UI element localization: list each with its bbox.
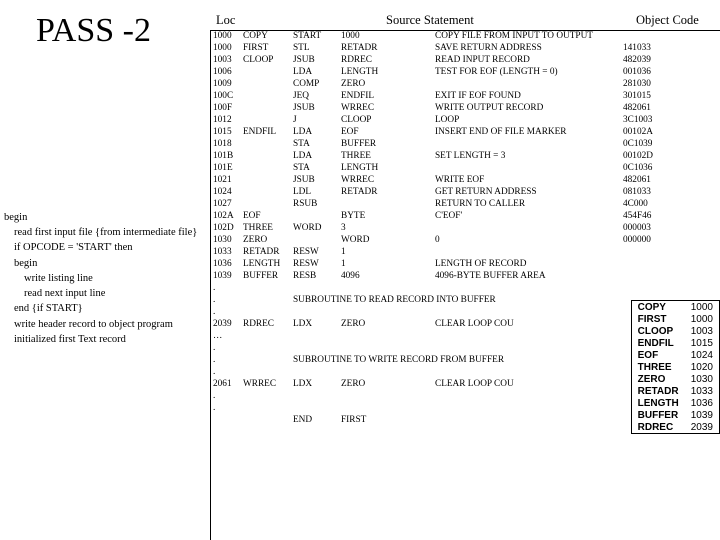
symbol-row: THREE1020 bbox=[632, 361, 719, 373]
listing-row: 102DTHREEWORD3000003 bbox=[211, 223, 669, 235]
listing-row: 1006LDALENGTHTEST FOR EOF (LENGTH = 0)00… bbox=[211, 67, 669, 79]
listing-row: 100FJSUBWRRECWRITE OUTPUT RECORD482061 bbox=[211, 103, 669, 115]
symbol-row: LENGTH1036 bbox=[632, 397, 719, 409]
listing-row: . bbox=[211, 403, 669, 415]
page-title: PASS -2 bbox=[36, 12, 151, 50]
header-loc: Loc bbox=[216, 13, 235, 28]
header-source: Source Statement bbox=[386, 13, 474, 28]
listing-row: 1036LENGTHRESW1LENGTH OF RECORD bbox=[211, 259, 669, 271]
pseudocode-line: write listing line bbox=[4, 271, 197, 286]
listing-row: 1039BUFFERRESB40964096-BYTE BUFFER AREA bbox=[211, 271, 669, 283]
symbol-row: ZERO1030 bbox=[632, 373, 719, 385]
symbol-row: RDREC2039 bbox=[632, 421, 719, 433]
symbol-row: EOF1024 bbox=[632, 349, 719, 361]
listing-row: .SUBROUTINE TO WRITE RECORD FROM BUFFER bbox=[211, 355, 669, 367]
listing-row: 2039RDRECLDXZEROCLEAR LOOP COU bbox=[211, 319, 669, 331]
listing-row: . bbox=[211, 283, 669, 295]
listing-row: 100CJEQENDFILEXIT IF EOF FOUND301015 bbox=[211, 91, 669, 103]
listing-row: 1030ZEROWORD0000000 bbox=[211, 235, 669, 247]
pseudocode-line: write header record to object program bbox=[4, 317, 197, 332]
listing-row: . bbox=[211, 307, 669, 319]
pseudocode-line: if OPCODE = 'START' then bbox=[4, 240, 197, 255]
listing-row: 1003CLOOPJSUBRDRECREAD INPUT RECORD48203… bbox=[211, 55, 669, 67]
pseudocode-line: read next input line bbox=[4, 286, 197, 301]
listing-row: 101ESTALENGTH0C1036 bbox=[211, 163, 669, 175]
listing-row: … bbox=[211, 331, 669, 343]
listing-row: 1009COMPZERO281030 bbox=[211, 79, 669, 91]
listing-row: 102AEOFBYTEC'EOF'454F46 bbox=[211, 211, 669, 223]
listing-row: 1015ENDFILLDAEOFINSERT END OF FILE MARKE… bbox=[211, 127, 669, 139]
listing-row: . bbox=[211, 367, 669, 379]
symbol-table: COPY1000FIRST1000CLOOP1003ENDFIL1015EOF1… bbox=[631, 300, 720, 434]
pseudocode-line: begin bbox=[4, 210, 197, 225]
comment-line: SUBROUTINE TO WRITE RECORD FROM BUFFER bbox=[291, 355, 669, 367]
symbol-row: CLOOP1003 bbox=[632, 325, 719, 337]
listing-row: 1033RETADRRESW1 bbox=[211, 247, 669, 259]
symbol-row: ENDFIL1015 bbox=[632, 337, 719, 349]
symbol-row: RETADR1033 bbox=[632, 385, 719, 397]
listing-row: 1012JCLOOPLOOP3C1003 bbox=[211, 115, 669, 127]
assembly-listing: 1000COPYSTART1000COPY FILE FROM INPUT TO… bbox=[210, 30, 720, 540]
listing-row: 1027RSUBRETURN TO CALLER4C000 bbox=[211, 199, 669, 211]
listing-row: 1000COPYSTART1000COPY FILE FROM INPUT TO… bbox=[211, 31, 669, 43]
symbol-row: COPY1000 bbox=[632, 301, 719, 313]
listing-row: . bbox=[211, 391, 669, 403]
pseudocode-line: initialized first Text record bbox=[4, 332, 197, 347]
symbol-row: BUFFER1039 bbox=[632, 409, 719, 421]
pseudocode-line: begin bbox=[4, 256, 197, 271]
listing-row: 1018STABUFFER0C1039 bbox=[211, 139, 669, 151]
listing-row: .SUBROUTINE TO READ RECORD INTO BUFFER bbox=[211, 295, 669, 307]
header-object: Object Code bbox=[636, 13, 699, 28]
listing-row: ENDFIRST bbox=[211, 415, 669, 427]
comment-line: SUBROUTINE TO READ RECORD INTO BUFFER bbox=[291, 295, 669, 307]
pseudocode-block: beginread first input file {from interme… bbox=[4, 210, 197, 347]
listing-row: 1021JSUBWRRECWRITE EOF482061 bbox=[211, 175, 669, 187]
listing-row: 1000FIRSTSTLRETADRSAVE RETURN ADDRESS141… bbox=[211, 43, 669, 55]
pseudocode-line: end {if START} bbox=[4, 301, 197, 316]
listing-row: 1024LDLRETADRGET RETURN ADDRESS081033 bbox=[211, 187, 669, 199]
symbol-row: FIRST1000 bbox=[632, 313, 719, 325]
listing-row: . bbox=[211, 343, 669, 355]
listing-row: 2061WRRECLDXZEROCLEAR LOOP COU bbox=[211, 379, 669, 391]
pseudocode-line: read first input file {from intermediate… bbox=[4, 225, 197, 240]
listing-row: 101BLDATHREESET LENGTH = 300102D bbox=[211, 151, 669, 163]
